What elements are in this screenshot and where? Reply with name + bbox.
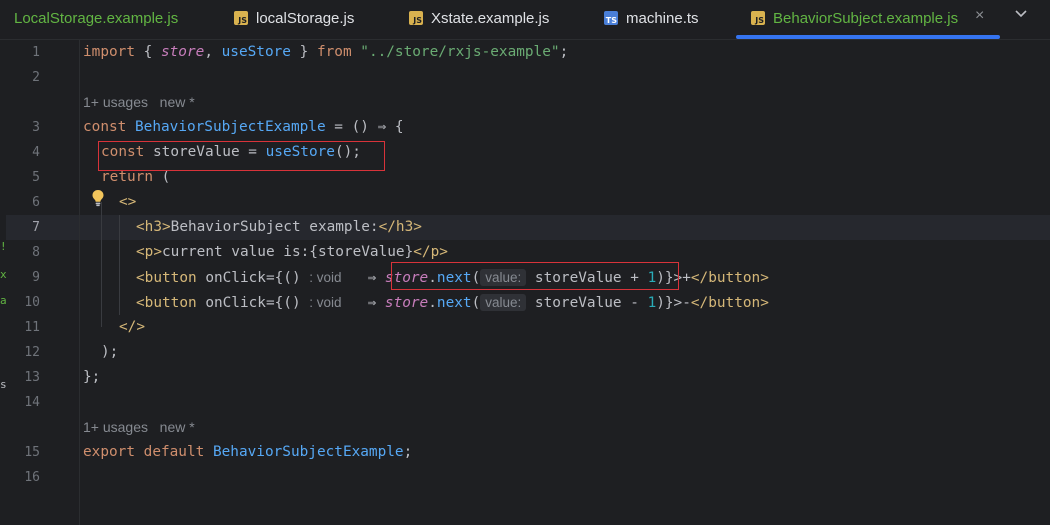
code-line: 16 xyxy=(0,465,1050,490)
code-line: 6 <> xyxy=(0,190,1050,215)
line-number: 5 xyxy=(32,170,40,185)
tab-xstate-example[interactable]: JS Xstate.example.js xyxy=(409,0,549,36)
code-line: 10 <button onClick={() : void ⇒ store.ne… xyxy=(0,290,1050,315)
tab-label: BehaviorSubject.example.js xyxy=(773,9,959,27)
return-type-hint: : void xyxy=(309,295,342,310)
highlight-box-store-next xyxy=(391,262,679,290)
line-number: 3 xyxy=(32,120,40,135)
code-line: 13 }; xyxy=(0,365,1050,390)
line-number: 8 xyxy=(32,245,40,260)
tab-localstorage-example[interactable]: LocalStorage.example.js xyxy=(14,0,178,36)
code-line: 1 import { store, useStore } from "../st… xyxy=(0,40,1050,65)
code-text: const BehaviorSubjectExample = () ⇒ { xyxy=(83,119,404,135)
code-editor[interactable]: ! x a s 1 import { store, useStore } fro… xyxy=(0,40,1050,525)
line-number: 1 xyxy=(32,45,40,60)
tab-localstorage[interactable]: JS localStorage.js xyxy=(234,0,354,36)
tab-label: Xstate.example.js xyxy=(431,9,550,27)
line-number: 12 xyxy=(24,345,40,360)
code-text: export default BehaviorSubjectExample; xyxy=(83,444,413,460)
return-type-hint: : void xyxy=(309,270,342,285)
tab-label: LocalStorage.example.js xyxy=(14,9,179,27)
code-text: import { store, useStore } from "../stor… xyxy=(83,44,569,60)
code-text: </> xyxy=(119,319,145,335)
line-number: 10 xyxy=(24,295,40,310)
js-file-icon: JS xyxy=(409,11,423,25)
tab-label: localStorage.js xyxy=(256,9,355,27)
code-line: 11 </> xyxy=(0,315,1050,340)
usages-hint[interactable]: 1+ usages new * xyxy=(83,415,195,440)
tab-machine-ts[interactable]: TS machine.ts xyxy=(604,0,699,36)
code-text: }; xyxy=(83,369,101,385)
tab-behaviorsubject-example[interactable]: JS BehaviorSubject.example.js xyxy=(751,0,958,36)
line-number: 15 xyxy=(24,445,40,460)
close-tab-icon[interactable]: × xyxy=(975,7,984,25)
lightbulb-icon[interactable] xyxy=(91,189,105,207)
line-number: 2 xyxy=(32,70,40,85)
js-file-icon: JS xyxy=(751,11,765,25)
js-file-icon: JS xyxy=(234,11,248,25)
line-number: 9 xyxy=(32,270,40,285)
tab-label: machine.ts xyxy=(626,9,699,27)
line-number: 4 xyxy=(32,145,40,160)
line-number: 13 xyxy=(24,370,40,385)
line-number: 16 xyxy=(24,470,40,485)
parameter-hint: value: xyxy=(480,294,527,311)
code-text: <button onClick={() : void ⇒ store.next(… xyxy=(136,294,769,311)
code-line: 15 export default BehaviorSubjectExample… xyxy=(0,440,1050,465)
line-number: 7 xyxy=(32,220,40,235)
code-text: ); xyxy=(101,344,119,360)
line-number: 6 xyxy=(32,195,40,210)
line-number: 11 xyxy=(24,320,40,335)
code-line: 14 xyxy=(0,390,1050,415)
code-text: <> xyxy=(119,194,137,210)
usages-hint[interactable]: 1+ usages new * xyxy=(83,90,195,115)
editor-tab-bar: LocalStorage.example.js JS localStorage.… xyxy=(0,0,1050,40)
code-text: <h3>BehaviorSubject example:</h3> xyxy=(136,219,422,235)
code-line: 2 xyxy=(0,65,1050,90)
code-line: 3 const BehaviorSubjectExample = () ⇒ { xyxy=(0,115,1050,140)
code-line: 12 ); xyxy=(0,340,1050,365)
ts-file-icon: TS xyxy=(604,11,618,25)
highlight-box-usestore xyxy=(98,141,385,171)
chevron-down-icon[interactable] xyxy=(1014,6,1028,25)
line-number: 14 xyxy=(24,395,40,410)
active-tab-indicator xyxy=(736,35,1000,39)
code-line: 7 <h3>BehaviorSubject example:</h3> xyxy=(0,215,1050,240)
